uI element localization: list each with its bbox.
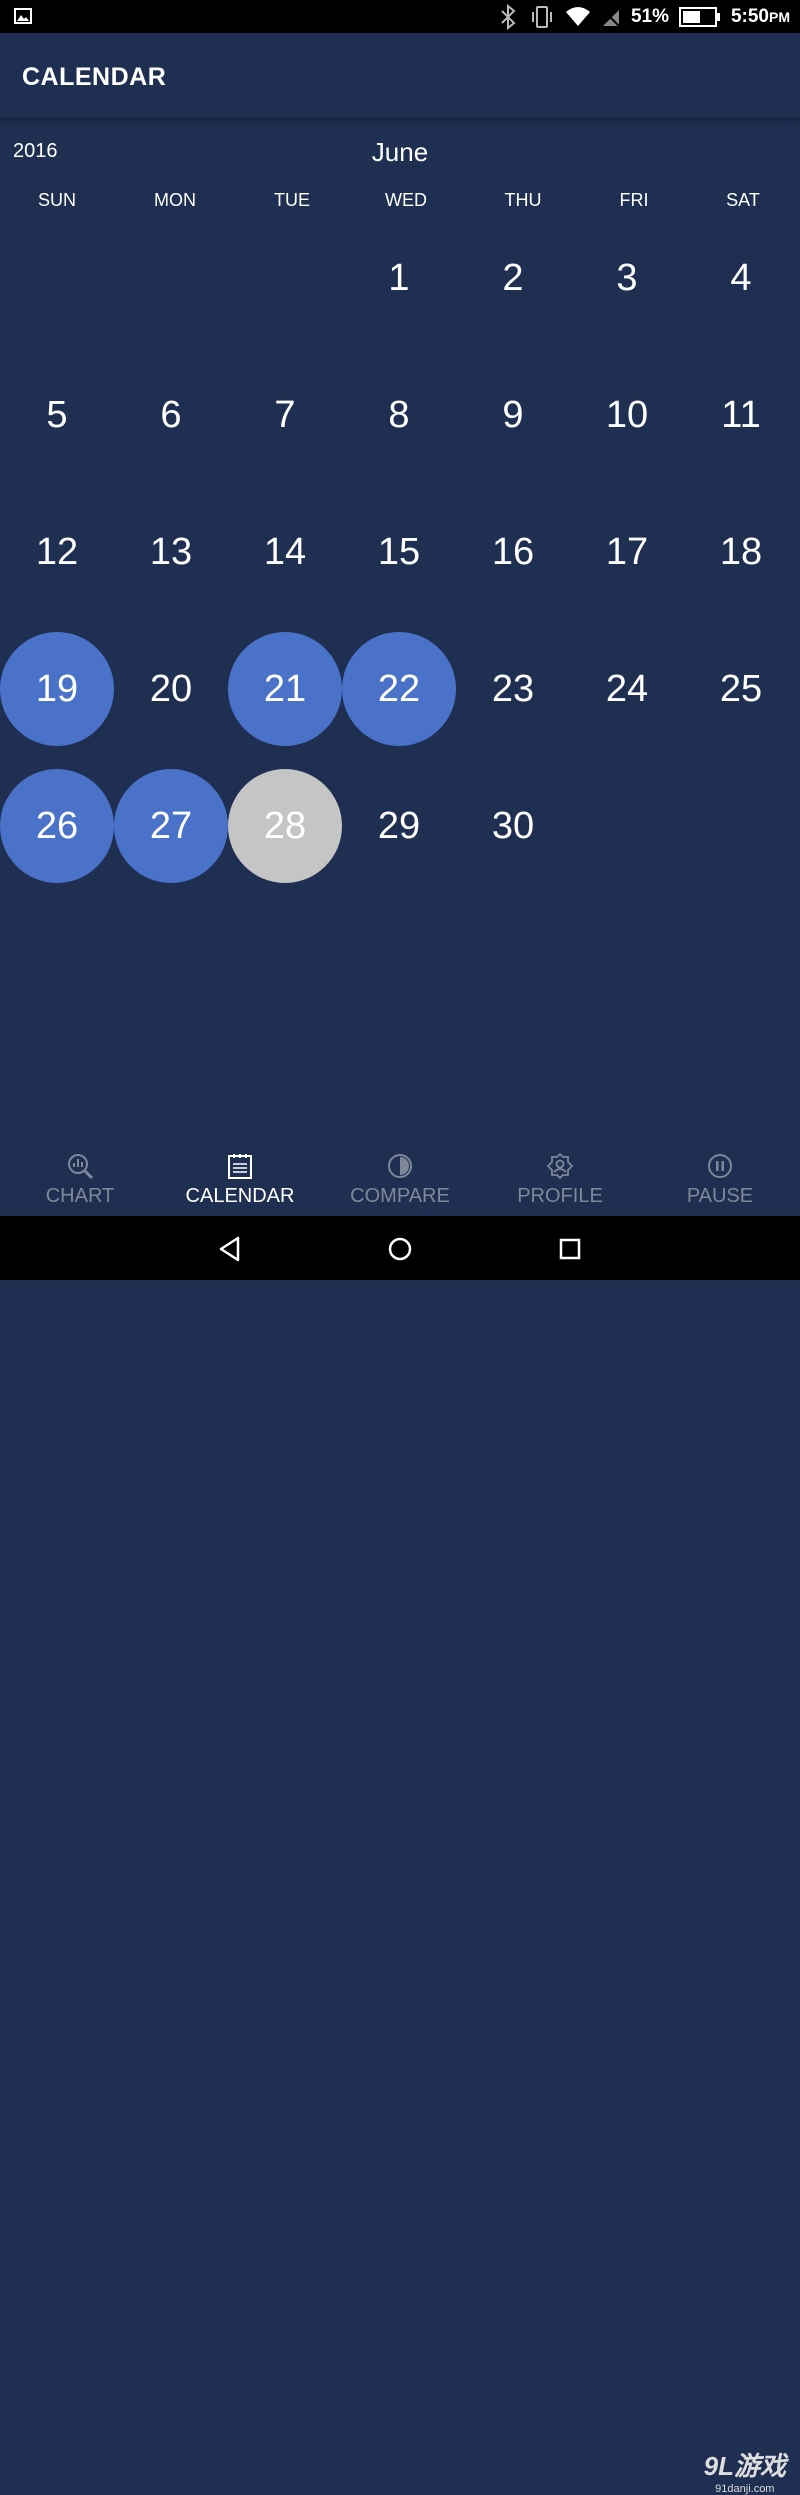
- nav-compare-label: COMPARE: [350, 1185, 450, 1207]
- day-cell-7[interactable]: 7: [228, 358, 342, 472]
- weekday-thu: THU: [504, 190, 542, 210]
- profile-icon: [546, 1152, 574, 1180]
- weekday-wed: WED: [385, 190, 427, 210]
- day-cell-9[interactable]: 9: [456, 358, 570, 472]
- day-cell-1[interactable]: 1: [342, 221, 456, 335]
- no-signal-icon: [602, 8, 620, 27]
- day-cell-12[interactable]: 12: [0, 495, 114, 609]
- weekday-tue: TUE: [274, 190, 310, 210]
- vibrate-icon: [531, 5, 552, 28]
- day-cell-3[interactable]: 3: [570, 221, 684, 335]
- weekday-sat: SAT: [726, 190, 760, 210]
- nav-profile-label: PROFILE: [517, 1185, 603, 1207]
- clock-time: 5:50: [730, 5, 769, 27]
- day-cell-14[interactable]: 14: [228, 495, 342, 609]
- chart-search-icon: [68, 1154, 94, 1180]
- wifi-icon: [565, 6, 590, 26]
- day-cell-4[interactable]: 4: [684, 221, 798, 335]
- month-label: June: [371, 137, 429, 167]
- pause-icon: [708, 1154, 732, 1178]
- day-cell-10[interactable]: 10: [570, 358, 684, 472]
- day-cell-2[interactable]: 2: [456, 221, 570, 335]
- day-cell-23[interactable]: 23: [456, 632, 570, 746]
- nav-pause[interactable]: PAUSE: [640, 1140, 800, 1216]
- day-cell-24[interactable]: 24: [570, 632, 684, 746]
- nav-pause-label: PAUSE: [686, 1185, 754, 1207]
- system-nav-bar: 9L游戏 91danji.com: [0, 1216, 800, 2495]
- day-cell-5[interactable]: 5: [0, 358, 114, 472]
- day-cell-13[interactable]: 13: [114, 495, 228, 609]
- weekday-sun: SUN: [37, 190, 76, 210]
- watermark-site: 91danji.com: [715, 2483, 775, 2495]
- day-cell-18[interactable]: 18: [684, 495, 798, 609]
- calendar-grid: 1 2 3 4 5 6 7 8 9 10 11 12 13 14 15 16 17 18 19 20 21 22 23 24 2…: [0, 210, 800, 910]
- day-cell-17[interactable]: 17: [570, 495, 684, 609]
- day-cell-6[interactable]: 6: [114, 358, 228, 472]
- day-cell-29[interactable]: 29: [342, 769, 456, 883]
- bluetooth-icon: [501, 3, 516, 30]
- watermark-brand: 9L游戏: [703, 2451, 786, 2481]
- day-cell-25[interactable]: 25: [684, 632, 798, 746]
- day-cell-27[interactable]: 27: [114, 769, 228, 883]
- weekday-mon: MON: [154, 190, 196, 210]
- clock: 5:50PM: [731, 6, 790, 28]
- status-bar: 51% 5:50PM: [0, 0, 800, 33]
- day-cell-15[interactable]: 15: [342, 495, 456, 609]
- recents-icon[interactable]: [555, 1234, 585, 1264]
- bottom-nav: CHART CALENDAR COMPARE PROFILE PAUSE: [0, 1140, 800, 1216]
- day-cell-26[interactable]: 26: [0, 769, 114, 883]
- app-bar: CALENDAR: [0, 33, 800, 119]
- nav-chart-label: CHART: [45, 1185, 115, 1207]
- page-title: CALENDAR: [22, 63, 167, 91]
- day-cell-20[interactable]: 20: [114, 632, 228, 746]
- compare-icon: [388, 1154, 412, 1178]
- battery-percent: 51%: [630, 5, 669, 27]
- day-cell-21[interactable]: 21: [228, 632, 342, 746]
- back-icon[interactable]: [216, 1234, 246, 1264]
- day-cell-8[interactable]: 8: [342, 358, 456, 472]
- day-cell-16[interactable]: 16: [456, 495, 570, 609]
- weekday-fri: FRI: [619, 190, 649, 210]
- nav-compare[interactable]: COMPARE: [320, 1140, 480, 1216]
- day-cell-19[interactable]: 19: [0, 632, 114, 746]
- day-cell-11[interactable]: 11: [684, 358, 798, 472]
- clock-ampm: PM: [769, 8, 790, 25]
- battery-icon: [678, 6, 720, 27]
- nav-calendar[interactable]: CALENDAR: [160, 1140, 320, 1216]
- nav-chart[interactable]: CHART: [0, 1140, 160, 1216]
- nav-calendar-label: CALENDAR: [185, 1185, 295, 1207]
- day-cell-22[interactable]: 22: [342, 632, 456, 746]
- day-cell-30[interactable]: 30: [456, 769, 570, 883]
- home-icon[interactable]: [385, 1234, 415, 1264]
- calendar-icon: [228, 1154, 252, 1179]
- watermark: 9L游戏 91danji.com: [704, 2446, 786, 2495]
- nav-profile[interactable]: PROFILE: [480, 1140, 640, 1216]
- day-cell-28[interactable]: 28: [228, 769, 342, 883]
- image-icon: [14, 8, 32, 24]
